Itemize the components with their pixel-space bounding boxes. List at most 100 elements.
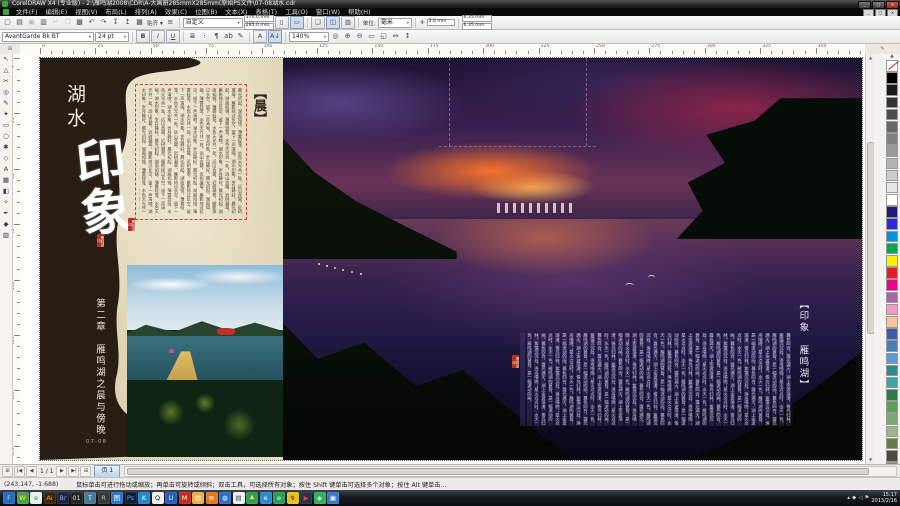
app-launcher-icon[interactable]: ▦ [134,17,145,28]
zoom-in-icon[interactable]: ⊕ [342,31,353,42]
palette-color-swatch[interactable] [886,170,898,182]
paper-width-field[interactable]: 370.0 mm [244,15,274,22]
cut-icon[interactable]: ✂ [50,17,61,28]
first-page-button[interactable]: |◀ [14,466,25,477]
page-tab-1[interactable]: 页 1 [94,465,120,478]
palette-color-swatch[interactable] [886,279,898,291]
taskbar-icon-pinwheel-app[interactable]: W [17,492,29,504]
redo-icon[interactable]: ↷ [98,17,109,28]
basic-shapes-tool[interactable]: ◇ [0,153,12,164]
font-select[interactable]: AvantGarde Bk BT▾ [2,32,94,42]
outline-pen-tool[interactable]: ✒ [0,208,12,219]
undo-icon[interactable]: ↶ [86,17,97,28]
underline-button[interactable]: U [166,30,180,43]
taskbar-icon-mail[interactable]: ✉ [206,492,218,504]
palette-color-swatch[interactable] [886,206,898,218]
taskbar-icon-360-browser[interactable]: e [30,492,42,504]
bold-button[interactable]: B [136,30,150,43]
taskbar-icon-evernote[interactable]: e [273,492,285,504]
palette-color-swatch[interactable] [886,377,898,389]
palette-color-swatch[interactable] [886,389,898,401]
menu-文件(F)[interactable]: 文件(F) [12,8,41,16]
taskbar-icon-uc-browser[interactable]: U [165,492,177,504]
character-formatting-icon[interactable]: ab [223,31,234,42]
import-icon[interactable]: ↧ [110,17,121,28]
duplicate-y-field[interactable]: 6.35 mm [462,23,492,30]
palette-color-swatch[interactable] [886,158,898,170]
palette-color-swatch[interactable] [886,426,898,438]
palette-color-swatch[interactable] [886,255,898,267]
taskbar-icon-image-app[interactable]: 图 [111,492,123,504]
taskbar-icon-photoshop[interactable]: Ps [125,492,137,504]
palette-color-swatch[interactable] [886,84,898,96]
guideline-vertical[interactable] [586,58,587,146]
vertical-text-button[interactable]: A↓ [268,30,282,43]
taskbar-icon-foxmail[interactable]: M [179,492,191,504]
smart-fill-tool[interactable]: ✦ [0,109,12,120]
edit-text-icon[interactable]: ✎ [235,31,246,42]
palette-color-swatch[interactable] [886,109,898,121]
palette-color-swatch[interactable] [886,353,898,365]
drawing-canvas[interactable]: 湖水 印象 雁鸣湖印 第二章 雁鸣湖之晨与傍晚 07-08 晨光初起，湖面如镜，… [20,54,865,464]
menu-位图(B)[interactable]: 位图(B) [191,8,221,16]
palette-color-swatch[interactable] [886,218,898,230]
menu-帮助(H)[interactable]: 帮助(H) [344,8,375,16]
palette-color-swatch[interactable] [886,438,898,450]
next-page-button[interactable]: ▶ [56,466,67,477]
font-size-select[interactable]: 24 pt▾ [95,32,129,42]
ime-flag-icon[interactable]: ⚑ [864,495,869,501]
menu-视图(V)[interactable]: 视图(V) [71,8,101,16]
layout-button[interactable]: ▥ [341,16,355,29]
fill-tool[interactable]: ◆ [0,219,12,230]
palette-color-swatch[interactable] [886,243,898,255]
article-text-frame[interactable]: 暮色四合，霞光满天，湖上金波荡漾，倦鸟归林。紫霭沉沉处，渔舟唱晚；星火点点时，水… [520,333,792,425]
prev-page-button[interactable]: ◀ [26,466,37,477]
status-icon[interactable]: ◆ [852,495,856,501]
taskbar-icon-browser-globe[interactable]: F [3,492,15,504]
taskbar-icon-ie[interactable]: e [260,492,272,504]
article-text-frame[interactable]: 晨光初起，湖面如镜，薄雾轻笼，水色天光共一处。远山含黛，近树凝翠，雁影掠过长空，… [135,84,247,220]
all-pages-button[interactable]: ❑ [311,16,325,29]
taskbar-clock[interactable]: 15:17 2013/2/16 [871,492,897,505]
palette-color-swatch[interactable] [886,365,898,377]
palette-color-swatch[interactable] [886,97,898,109]
palette-color-swatch[interactable] [886,231,898,243]
add-page-button[interactable]: ⊞ [2,466,13,477]
paste-icon[interactable]: ▩ [74,17,85,28]
current-page-button[interactable]: ◫ [326,16,340,29]
palette-color-swatch[interactable] [886,304,898,316]
table-tool[interactable]: ▦ [0,175,12,186]
taskbar-icon-capture-app[interactable]: 01 [71,492,83,504]
minimize-button[interactable]: _ [858,1,871,8]
palette-color-swatch[interactable] [886,316,898,328]
taskbar-icon-bridge[interactable]: Br [57,492,69,504]
palette-color-swatch[interactable] [886,401,898,413]
guideline-horizontal[interactable] [439,146,595,147]
polygon-tool[interactable]: ✱ [0,142,12,153]
menu-排列(A)[interactable]: 排列(A) [131,8,161,16]
taskbar-icon-dark-app[interactable]: R [98,492,110,504]
portrait-button[interactable]: ▯ [275,16,289,29]
palette-color-swatch[interactable] [886,145,898,157]
nudge-field[interactable]: 3.0 mm [427,19,455,26]
palette-color-swatch[interactable] [886,194,898,206]
taskbar-icon-green-app[interactable]: ◈ [314,492,326,504]
save-icon[interactable]: ▣ [26,17,37,28]
open-icon[interactable]: ▤ [14,17,25,28]
horizontal-text-button[interactable]: A [253,30,267,43]
new-document-icon[interactable]: ▢ [2,17,13,28]
palette-color-swatch[interactable] [886,340,898,352]
menu-效果(C)[interactable]: 效果(C) [161,8,191,16]
options-icon[interactable]: ≡ [165,17,176,28]
menu-工具(O)[interactable]: 工具(O) [281,8,312,16]
palette-color-swatch[interactable] [886,121,898,133]
palette-color-swatch[interactable] [886,413,898,425]
palette-no-color-swatch[interactable] [886,60,898,72]
menu-编辑(E)[interactable]: 编辑(E) [41,8,71,16]
ellipse-tool[interactable]: ○ [0,131,12,142]
taskbar-icon-kugou[interactable]: K [138,492,150,504]
drop-cap-icon[interactable]: ¶ [211,31,222,42]
align-left-icon[interactable]: ≣ [187,31,198,42]
print-icon[interactable]: ▥ [38,17,49,28]
landscape-button[interactable]: ▭ [290,16,304,29]
